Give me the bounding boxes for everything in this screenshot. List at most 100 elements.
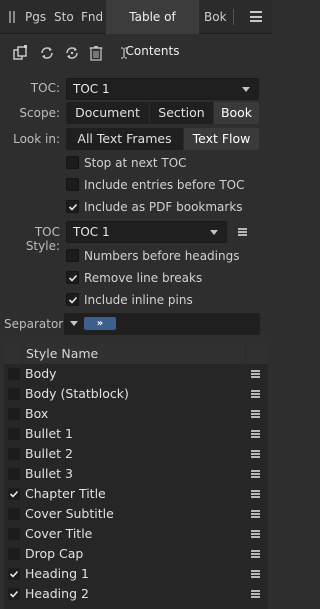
- table-row[interactable]: Bullet 2: [4, 444, 268, 464]
- style-include-checkbox[interactable]: [8, 368, 20, 380]
- style-name: Box: [25, 406, 49, 421]
- include-inline-pins-label: Include inline pins: [84, 293, 193, 307]
- style-name: Body: [25, 366, 57, 381]
- separator-tab-token: »: [84, 317, 116, 330]
- table-row[interactable]: Bullet 3: [4, 464, 268, 484]
- table-row[interactable]: Chapter Title: [4, 484, 268, 504]
- style-include-checkbox[interactable]: [8, 468, 20, 480]
- toc-style-select[interactable]: TOC 1: [66, 221, 227, 243]
- separator-label: Separator:: [4, 317, 68, 331]
- style-include-checkbox[interactable]: [8, 548, 20, 560]
- style-name: Heading 2: [25, 586, 89, 601]
- toc-label: TOC:: [30, 81, 60, 95]
- look-in-segmented-control: All Text Frames Text Flow: [66, 128, 259, 150]
- tab-book[interactable]: Bok: [204, 0, 228, 34]
- style-row-menu-icon[interactable]: [251, 470, 260, 478]
- style-name: Cover Title: [25, 526, 93, 541]
- table-row[interactable]: Box: [4, 404, 268, 424]
- panel-menu-icon[interactable]: [250, 11, 262, 22]
- checkmark-icon: [68, 296, 78, 304]
- style-name: Bullet 1: [25, 426, 73, 441]
- checkmark-icon: [9, 590, 19, 598]
- look-in-label: Look in:: [13, 132, 60, 146]
- style-name-column-header[interactable]: Style Name: [23, 343, 245, 364]
- text-cursor-icon: [115, 44, 133, 62]
- look-in-text-flow-button[interactable]: Text Flow: [184, 128, 259, 150]
- style-row-menu-icon[interactable]: [251, 490, 260, 498]
- style-include-checkbox[interactable]: [8, 448, 20, 460]
- stop-at-next-toc-label: Stop at next TOC: [84, 156, 187, 170]
- checkmark-icon: [68, 203, 78, 211]
- style-include-checkbox[interactable]: [8, 508, 20, 520]
- style-include-checkbox[interactable]: [8, 588, 20, 600]
- table-row[interactable]: Cover Title: [4, 524, 268, 544]
- chevron-down-icon: [70, 321, 78, 326]
- stop-at-next-toc-checkbox[interactable]: [66, 156, 79, 169]
- include-inline-pins-checkbox[interactable]: [66, 293, 79, 306]
- header-menu-column: [246, 343, 268, 364]
- table-row[interactable]: Bullet 1: [4, 424, 268, 444]
- style-row-menu-icon[interactable]: [251, 370, 260, 378]
- style-include-checkbox[interactable]: [8, 428, 20, 440]
- table-row[interactable]: Body (Statblock): [4, 384, 268, 404]
- tab-find[interactable]: Fnd: [81, 0, 103, 34]
- look-in-all-text-frames-button[interactable]: All Text Frames: [66, 128, 183, 150]
- style-name: Bullet 2: [25, 446, 73, 461]
- style-include-checkbox[interactable]: [8, 528, 20, 540]
- remove-line-breaks-checkbox[interactable]: [66, 271, 79, 284]
- table-row[interactable]: Heading 2: [4, 584, 268, 604]
- scope-segmented-control: Document Section Book: [66, 102, 259, 124]
- tab-pages[interactable]: Pgs: [25, 0, 51, 34]
- insert-toc-icon[interactable]: [12, 44, 30, 62]
- panel-tab-bar: Pgs Sto Fnd Table of Contents Bok: [0, 0, 272, 58]
- scope-book-button[interactable]: Book: [214, 102, 259, 124]
- style-name: Cover Subtitle: [25, 506, 114, 521]
- update-all-toc-icon[interactable]: [63, 44, 81, 62]
- table-row[interactable]: Body: [4, 364, 268, 384]
- checkmark-icon: [9, 490, 19, 498]
- scope-label: Scope:: [19, 106, 60, 120]
- toc-style-label: TOC Style:: [25, 225, 60, 253]
- style-row-menu-icon[interactable]: [251, 410, 260, 418]
- include-as-pdf-bookmarks-checkbox[interactable]: [66, 200, 79, 213]
- style-row-menu-icon[interactable]: [251, 450, 260, 458]
- style-row-menu-icon[interactable]: [251, 430, 260, 438]
- style-include-checkbox[interactable]: [8, 568, 20, 580]
- numbers-before-headings-label: Numbers before headings: [84, 249, 240, 263]
- style-include-checkbox[interactable]: [8, 388, 20, 400]
- style-row-menu-icon[interactable]: [251, 390, 260, 398]
- style-table: Style Name Body Body (Statblock) Box Bullet…: [4, 343, 268, 609]
- table-row[interactable]: Drop Cap: [4, 544, 268, 564]
- panel-grip-icon[interactable]: [9, 11, 15, 23]
- toc-style-menu-icon[interactable]: [238, 228, 247, 236]
- delete-toc-icon[interactable]: [87, 44, 105, 62]
- include-entries-before-toc-label: Include entries before TOC: [84, 178, 245, 192]
- scope-section-button[interactable]: Section: [150, 102, 213, 124]
- style-row-menu-icon[interactable]: [251, 550, 260, 558]
- tab-stories[interactable]: Sto: [54, 0, 76, 34]
- scope-document-button[interactable]: Document: [66, 102, 149, 124]
- include-entries-before-toc-checkbox[interactable]: [66, 178, 79, 191]
- tab-table-of-contents[interactable]: Table of Contents: [106, 0, 199, 58]
- table-row[interactable]: Cover Subtitle: [4, 504, 268, 524]
- style-table-header: Style Name: [4, 343, 268, 364]
- style-include-checkbox[interactable]: [8, 488, 20, 500]
- remove-line-breaks-label: Remove line breaks: [84, 271, 203, 285]
- style-name: Chapter Title: [25, 486, 106, 501]
- table-row[interactable]: Heading 1: [4, 564, 268, 584]
- style-row-menu-icon[interactable]: [251, 530, 260, 538]
- style-include-checkbox[interactable]: [8, 408, 20, 420]
- style-row-menu-icon[interactable]: [251, 510, 260, 518]
- toc-select[interactable]: TOC 1: [66, 78, 259, 100]
- style-name: Drop Cap: [25, 546, 84, 561]
- separator-input[interactable]: »: [64, 313, 260, 335]
- header-check-column: [4, 343, 22, 364]
- chevron-down-icon: [242, 87, 250, 92]
- numbers-before-headings-checkbox[interactable]: [66, 249, 79, 262]
- style-row-menu-icon[interactable]: [251, 590, 260, 598]
- checkmark-icon: [9, 570, 19, 578]
- style-row-menu-icon[interactable]: [251, 570, 260, 578]
- include-as-pdf-bookmarks-label: Include as PDF bookmarks: [84, 200, 243, 214]
- checkmark-icon: [68, 274, 78, 282]
- update-toc-icon[interactable]: [38, 44, 56, 62]
